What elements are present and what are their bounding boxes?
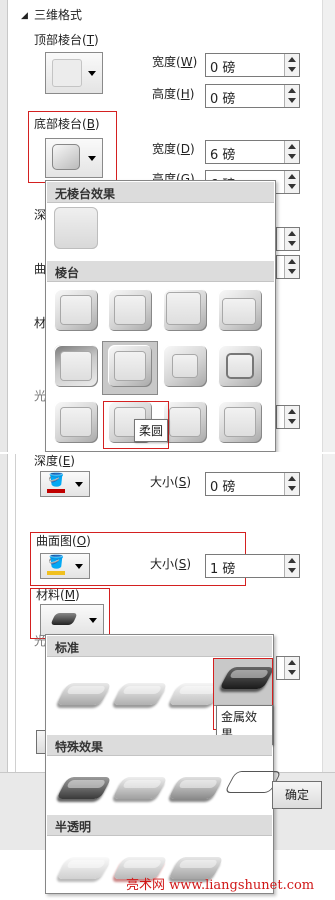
- bevel-divot[interactable]: [218, 401, 262, 443]
- no-bevel-header: 无棱台效果: [47, 182, 274, 203]
- section-collapse-icon[interactable]: ◢: [21, 9, 28, 23]
- special-effects-header: 特殊效果: [47, 735, 272, 756]
- spin-arrows[interactable]: [284, 555, 299, 577]
- obscured-spin[interactable]: [276, 227, 300, 251]
- translucent-header: 半透明: [47, 815, 272, 836]
- bevel-relaxed-inset[interactable]: [108, 289, 152, 331]
- chevron-down-icon: [88, 156, 96, 161]
- depth-size-input[interactable]: 0 磅: [205, 472, 300, 496]
- bevel-angle[interactable]: [54, 345, 98, 387]
- tooltip: 柔圆: [134, 419, 169, 442]
- material-gallery-popup: 标准 金属效果 特殊效果 半透明: [45, 634, 282, 894]
- scrollbar[interactable]: [322, 454, 335, 779]
- bevel-convex[interactable]: [163, 345, 207, 387]
- size-label: 大小(S): [150, 475, 191, 489]
- material-matte[interactable]: [56, 683, 112, 705]
- bevel-cool-slant[interactable]: [218, 289, 262, 331]
- chevron-down-icon: [88, 71, 96, 76]
- depth-label: 深度(E): [34, 454, 75, 468]
- bevel-top-label: 顶部棱台(T): [34, 33, 99, 47]
- bevel-gallery-popup: 无棱台效果 棱台 柔圆: [45, 180, 276, 452]
- chevron-down-icon: [75, 482, 83, 487]
- spin-arrows[interactable]: [284, 85, 299, 107]
- chevron-down-icon: [75, 564, 83, 569]
- bevel-none-option[interactable]: [54, 207, 98, 249]
- standard-header: 标准: [47, 636, 272, 657]
- material-dropdown[interactable]: [40, 604, 104, 636]
- bevel-slope[interactable]: [218, 345, 262, 387]
- material-label: 材料(M): [36, 588, 80, 602]
- material-soft-edge[interactable]: [112, 777, 168, 799]
- inner-panel-edge: [15, 454, 16, 772]
- metal-material-icon: [50, 613, 78, 625]
- width-label: 宽度(D): [152, 142, 195, 156]
- bevel-soft-round-icon: [52, 144, 80, 170]
- left-border: [0, 0, 8, 452]
- size-label: 大小(S): [150, 557, 191, 571]
- bevel-riblet[interactable]: [54, 401, 98, 443]
- obscured-spin[interactable]: [276, 255, 300, 279]
- height-label: 高度(H): [152, 87, 195, 101]
- ok-button[interactable]: 确定: [272, 781, 322, 809]
- spin-arrows[interactable]: [284, 473, 299, 495]
- bevel-circle[interactable]: [54, 289, 98, 331]
- contour-label: 曲面图(O): [36, 534, 91, 548]
- contour-color-swatch: [47, 571, 65, 575]
- bevel-header: 棱台: [47, 261, 274, 282]
- material-warm-matte[interactable]: [112, 683, 168, 705]
- chevron-down-icon: [89, 618, 97, 623]
- top-panel: ◢ 三维格式 顶部棱台(T) 宽度(W) 0 磅 高度(H) 0 磅 底部棱台(…: [0, 0, 335, 452]
- bevel-soft-round[interactable]: [108, 345, 152, 387]
- contour-size-input[interactable]: 1 磅: [205, 554, 300, 578]
- width-input[interactable]: 6 磅: [205, 140, 300, 164]
- bevel-top-dropdown[interactable]: [45, 52, 103, 94]
- bottom-panel: 深度(E) 🪣 大小(S) 0 磅 曲面图(O) 🪣 大小(S) 1 磅 材料(…: [0, 454, 335, 900]
- material-dark-edge[interactable]: [56, 777, 112, 799]
- spin-arrows[interactable]: [284, 54, 299, 76]
- width-label: 宽度(W): [152, 55, 198, 69]
- contour-color-dropdown[interactable]: 🪣: [40, 553, 90, 579]
- bevel-cross[interactable]: [163, 289, 207, 331]
- section-title: 三维格式: [34, 8, 83, 22]
- bevel-art-deco[interactable]: [163, 401, 207, 443]
- material-flat[interactable]: [168, 777, 224, 799]
- material-powder[interactable]: [56, 857, 112, 879]
- height-input[interactable]: 0 磅: [205, 84, 300, 108]
- spin-arrows[interactable]: [284, 141, 299, 163]
- bevel-bottom-label: 底部棱台(B): [34, 117, 100, 131]
- paint-bucket-icon: 🪣: [48, 555, 65, 570]
- depth-color-dropdown[interactable]: 🪣: [40, 471, 90, 497]
- watermark: 亮术网 www.liangshunet.com: [126, 878, 315, 893]
- scrollbar[interactable]: [322, 0, 335, 452]
- bevel-flat-icon: [52, 59, 82, 87]
- paint-bucket-icon: 🪣: [48, 473, 65, 488]
- obscured-spin[interactable]: [276, 405, 300, 429]
- bevel-bottom-dropdown[interactable]: [45, 138, 103, 178]
- spin-arrows[interactable]: [284, 171, 299, 193]
- obscured-spin[interactable]: [276, 656, 300, 680]
- depth-color-swatch: [47, 489, 65, 493]
- width-input[interactable]: 0 磅: [205, 53, 300, 77]
